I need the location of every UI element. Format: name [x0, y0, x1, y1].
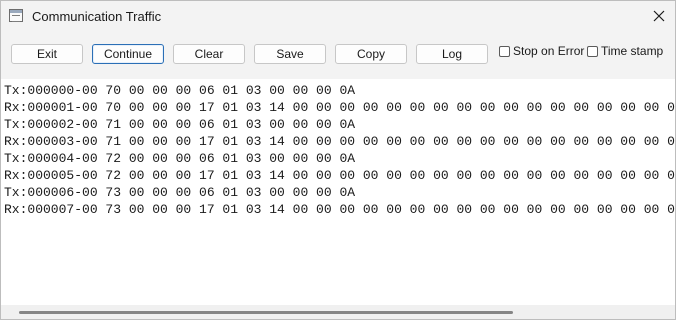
clear-button[interactable]: Clear [173, 44, 245, 64]
traffic-line: Rx:000001-00 70 00 00 00 17 01 03 14 00 … [4, 100, 675, 115]
horizontal-scrollbar[interactable] [1, 305, 675, 319]
traffic-line: Tx:000004-00 72 00 00 00 06 01 03 00 00 … [4, 151, 356, 166]
title-bar: Communication Traffic [1, 1, 675, 33]
time-stamp-checkbox[interactable]: Time stamp [587, 44, 663, 58]
copy-button[interactable]: Copy [335, 44, 407, 64]
app-window-icon [9, 9, 23, 22]
exit-button[interactable]: Exit [11, 44, 83, 64]
close-icon [653, 10, 665, 22]
traffic-output[interactable]: Tx:000000-00 70 00 00 00 06 01 03 00 00 … [1, 79, 675, 305]
checkbox-unchecked-icon [499, 46, 510, 57]
stop-on-error-label: Stop on Error [513, 44, 585, 58]
traffic-line: Rx:000007-00 73 00 00 00 17 01 03 14 00 … [4, 202, 675, 217]
scrollbar-thumb[interactable] [19, 311, 513, 314]
close-button[interactable] [643, 1, 675, 33]
log-button[interactable]: Log [416, 44, 488, 64]
traffic-line: Tx:000000-00 70 00 00 00 06 01 03 00 00 … [4, 83, 356, 98]
time-stamp-label: Time stamp [601, 44, 664, 58]
traffic-line: Rx:000003-00 71 00 00 00 17 01 03 14 00 … [4, 134, 675, 149]
toolbar: Exit Continue Clear Save Copy Log Stop o… [1, 33, 675, 79]
traffic-line: Rx:000005-00 72 00 00 00 17 01 03 14 00 … [4, 168, 675, 183]
communication-traffic-window: Communication Traffic Exit Continue Clea… [0, 0, 676, 320]
window-title: Communication Traffic [32, 9, 162, 24]
traffic-line: Tx:000002-00 71 00 00 00 06 01 03 00 00 … [4, 117, 356, 132]
stop-on-error-checkbox[interactable]: Stop on Error [499, 44, 584, 58]
traffic-line: Tx:000006-00 73 00 00 00 06 01 03 00 00 … [4, 185, 356, 200]
checkbox-unchecked-icon [587, 46, 598, 57]
save-button[interactable]: Save [254, 44, 326, 64]
continue-button[interactable]: Continue [92, 44, 164, 64]
